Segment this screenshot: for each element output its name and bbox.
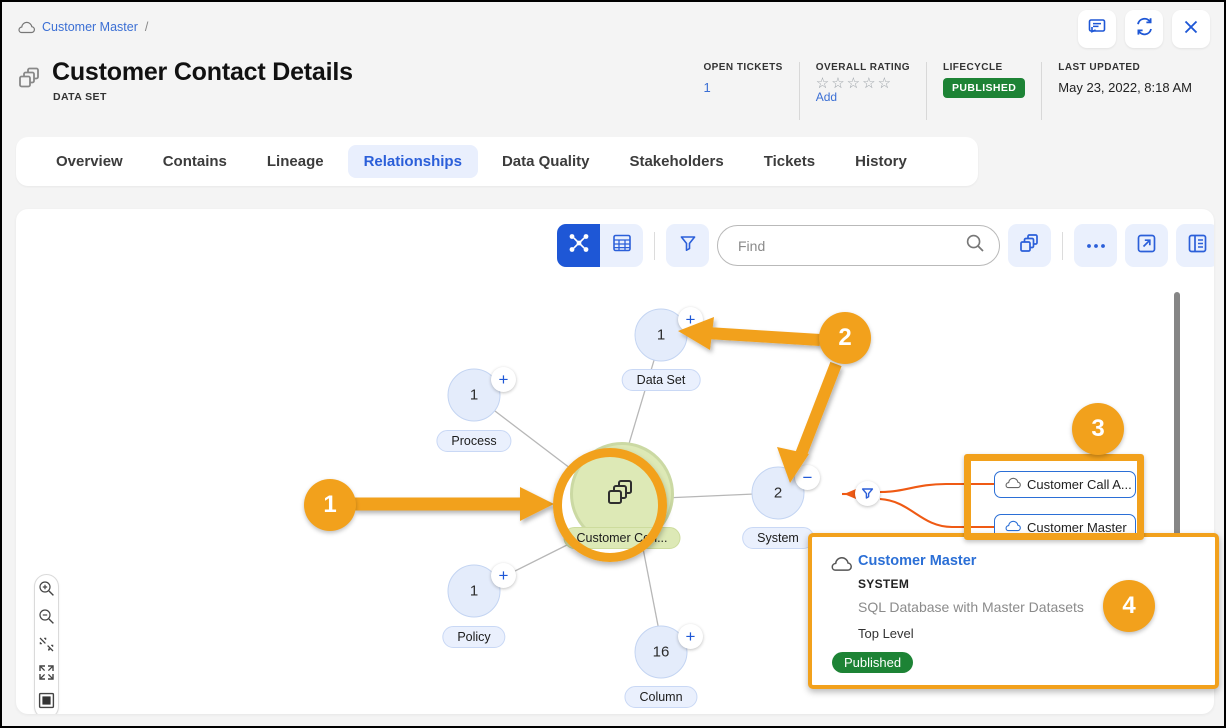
- node-center-label[interactable]: Customer Con...: [563, 527, 681, 549]
- node-system-collapse-badge[interactable]: −: [795, 465, 820, 490]
- breadcrumb: Customer Master /: [18, 20, 148, 34]
- open-tickets-value[interactable]: 1: [703, 80, 782, 95]
- plus-icon: +: [498, 370, 509, 389]
- minimap-button[interactable]: [37, 692, 56, 714]
- node-column-count: 16: [652, 643, 670, 661]
- data-set-icon: [18, 66, 44, 97]
- node-policy-label[interactable]: Policy: [442, 626, 506, 648]
- plus-icon: +: [498, 566, 509, 585]
- tab-overview[interactable]: Overview: [40, 145, 139, 178]
- header-metrics: OPEN TICKETS 1 OVERALL RATING ☆ ☆ ☆ ☆ ☆ …: [687, 62, 1208, 120]
- node-policy-expand-badge[interactable]: +: [491, 563, 516, 588]
- metric-label: LAST UPDATED: [1058, 62, 1141, 73]
- page-header: Customer Contact Details DATA SET OPEN T…: [4, 52, 1222, 134]
- zoom-in-button[interactable]: [37, 580, 56, 602]
- annotation-callout-2: 2: [819, 312, 871, 364]
- annotation-callout-1: 1: [304, 479, 356, 531]
- node-column-expand-badge[interactable]: +: [678, 624, 703, 649]
- page-title: Customer Contact Details: [52, 58, 353, 86]
- window-buttons: [1078, 10, 1210, 48]
- annotation-callout-4: 4: [1103, 580, 1155, 632]
- refresh-icon: [1134, 16, 1155, 42]
- star-1[interactable]: ☆: [816, 76, 829, 91]
- node-system-count: 2: [773, 484, 783, 502]
- tab-history[interactable]: History: [839, 145, 923, 178]
- tooltip-title[interactable]: Customer Master: [858, 553, 976, 569]
- star-3[interactable]: ☆: [847, 76, 860, 91]
- callout-number: 2: [838, 324, 852, 351]
- tab-contains[interactable]: Contains: [147, 145, 243, 178]
- plus-icon: +: [685, 627, 696, 646]
- fit-screen-icon: [38, 664, 55, 686]
- metric-overall-rating: OVERALL RATING ☆ ☆ ☆ ☆ ☆ Add: [798, 62, 926, 120]
- tooltip-type: SYSTEM: [858, 577, 910, 591]
- comment-button[interactable]: [1078, 10, 1116, 48]
- add-rating-link[interactable]: Add: [816, 90, 910, 104]
- callout-number: 3: [1091, 415, 1105, 442]
- fit-screen-button[interactable]: [37, 664, 56, 686]
- callout-number: 1: [323, 491, 337, 518]
- minimap-icon: [38, 692, 55, 714]
- node-detail-tooltip: Customer Master SYSTEM SQL Database with…: [808, 533, 1219, 689]
- lifecycle-badge: PUBLISHED: [943, 78, 1026, 98]
- node-process-count: 1: [469, 386, 479, 404]
- breadcrumb-link-customer-master[interactable]: Customer Master: [42, 20, 138, 34]
- top-bar: Customer Master /: [4, 4, 1222, 52]
- star-4[interactable]: ☆: [862, 76, 875, 91]
- tooltip-level: Top Level: [858, 626, 914, 641]
- metric-label: OPEN TICKETS: [703, 62, 783, 73]
- zoom-out-icon: [38, 608, 55, 630]
- star-2[interactable]: ☆: [831, 76, 844, 91]
- tab-relationships[interactable]: Relationships: [347, 145, 478, 178]
- close-button[interactable]: [1172, 10, 1210, 48]
- metric-label: OVERALL RATING: [815, 62, 911, 73]
- close-icon: [1181, 17, 1201, 42]
- minus-icon: −: [802, 468, 813, 487]
- zoom-out-button[interactable]: [37, 608, 56, 630]
- star-5[interactable]: ☆: [878, 76, 891, 91]
- tab-lineage[interactable]: Lineage: [251, 145, 340, 178]
- tooltip-description: SQL Database with Master Datasets: [858, 599, 1084, 615]
- callout-number: 4: [1122, 592, 1136, 619]
- tab-bar: Overview Contains Lineage Relationships …: [16, 137, 978, 186]
- tab-tickets[interactable]: Tickets: [748, 145, 831, 178]
- metric-last-updated: LAST UPDATED May 23, 2022, 8:18 AM: [1041, 62, 1208, 120]
- annotation-callout-3: 3: [1072, 403, 1124, 455]
- node-column-label[interactable]: Column: [624, 686, 698, 708]
- zoom-collapse-button[interactable]: [37, 637, 56, 656]
- tab-data-quality[interactable]: Data Quality: [486, 145, 606, 178]
- cloud-icon: [18, 21, 36, 34]
- tab-stakeholders[interactable]: Stakeholders: [613, 145, 739, 178]
- annotation-box-related-items: [964, 454, 1144, 540]
- cloud-icon: [831, 556, 852, 577]
- node-data-set-label[interactable]: Data Set: [621, 369, 701, 391]
- tooltip-status-badge: Published: [832, 652, 914, 673]
- plus-icon: +: [685, 310, 696, 329]
- edge-filter-icon[interactable]: [855, 481, 880, 506]
- zoom-collapse-icon: [38, 636, 55, 658]
- breadcrumb-separator: /: [144, 20, 149, 34]
- last-updated-value: May 23, 2022, 8:18 AM: [1058, 80, 1192, 95]
- metric-label: LIFECYCLE: [943, 62, 1003, 73]
- node-data-set-expand-badge[interactable]: +: [678, 307, 703, 332]
- app-window: Customer Master / Customer Contact Detai…: [0, 0, 1226, 728]
- zoom-in-icon: [38, 580, 55, 602]
- zoom-controls: [34, 574, 59, 714]
- metric-lifecycle: LIFECYCLE PUBLISHED: [926, 62, 1041, 120]
- node-policy-count: 1: [469, 582, 479, 600]
- node-process-expand-badge[interactable]: +: [491, 367, 516, 392]
- graph-vertical-scrollbar[interactable]: [1174, 292, 1180, 539]
- metric-open-tickets: OPEN TICKETS 1: [687, 62, 798, 120]
- page-subtitle: DATA SET: [53, 91, 107, 103]
- node-process-label[interactable]: Process: [436, 430, 512, 452]
- node-data-set-count: 1: [656, 326, 666, 344]
- data-set-icon: [606, 476, 638, 513]
- refresh-button[interactable]: [1125, 10, 1163, 48]
- comment-icon: [1087, 17, 1107, 42]
- node-system-label[interactable]: System: [742, 527, 814, 549]
- rating-stars[interactable]: ☆ ☆ ☆ ☆ ☆: [816, 76, 910, 91]
